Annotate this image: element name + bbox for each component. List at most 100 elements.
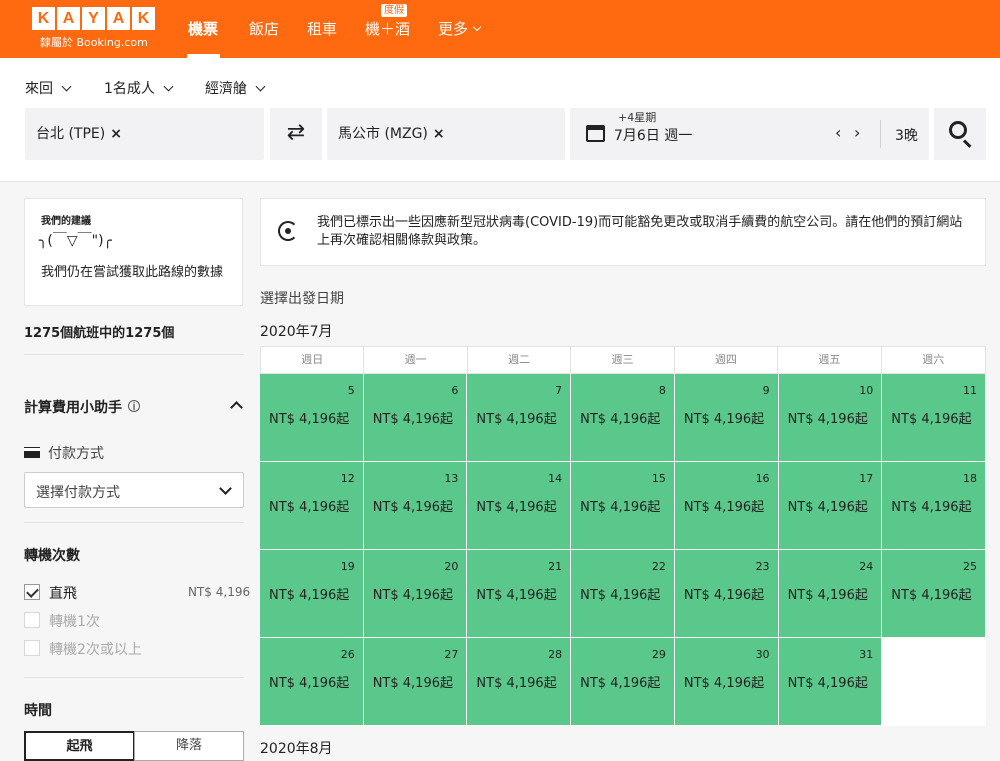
calendar-day-cell[interactable]: 13 NT$ 4,196起 (363, 462, 468, 550)
calendar-day-cell[interactable]: 18 NT$ 4,196起 (882, 462, 986, 550)
nights-value[interactable]: 3晚 (895, 125, 918, 145)
day-number: 29 (651, 648, 666, 661)
payment-method-label: 付款方式 (24, 443, 104, 463)
stops-two-plus-checkbox[interactable] (24, 640, 40, 656)
destination-field[interactable]: 馬公市 (MZG) × (327, 108, 565, 160)
kayak-logo[interactable]: K A Y A K (32, 7, 155, 30)
trip-type-select[interactable]: 來回 (25, 78, 72, 98)
day-price: NT$ 4,196起 (580, 588, 661, 603)
time-title: 時間 (24, 703, 52, 719)
calendar-day-cell[interactable]: 19 NT$ 4,196起 (260, 550, 364, 638)
passengers-label: 1名成人 (104, 81, 155, 97)
calendar-day-cell[interactable]: 6 NT$ 4,196起 (363, 374, 468, 462)
passengers-select[interactable]: 1名成人 (104, 78, 174, 98)
weekday-header: 週日 週一 週二 週三 週四 週五 週六 (260, 346, 986, 374)
day-price: NT$ 4,196起 (269, 500, 350, 515)
stops-nonstop-label[interactable]: 直飛 (49, 583, 77, 603)
day-price: NT$ 4,196起 (372, 676, 453, 691)
day-number: 25 (963, 560, 977, 573)
info-icon[interactable]: i (128, 400, 140, 412)
price-calendar: 5 NT$ 4,196起 6 NT$ 4,196起 7 NT$ 4,196起 8 NT$ 4,… (260, 374, 986, 726)
fee-helper-title[interactable]: 計算費用小助手 i (24, 397, 140, 417)
calendar-day-cell[interactable]: 26 NT$ 4,196起 (260, 638, 364, 726)
day-price: NT$ 4,196起 (269, 412, 350, 427)
payment-method-select[interactable]: 選擇付款方式 (24, 472, 244, 508)
calendar-day-cell[interactable]: 29 NT$ 4,196起 (571, 638, 675, 726)
day-number: 10 (859, 384, 874, 397)
tab-takeoff[interactable]: 起飛 (24, 731, 135, 761)
day-price: NT$ 4,196起 (580, 412, 661, 427)
origin-field[interactable]: 台北 (TPE) × (25, 108, 264, 160)
day-price: NT$ 4,196起 (683, 412, 765, 427)
stops-nonstop-checkbox[interactable] (24, 584, 40, 600)
nav-more[interactable]: 更多 (438, 18, 482, 39)
calendar-day-cell[interactable]: 8 NT$ 4,196起 (571, 374, 675, 462)
origin-chip[interactable]: 台北 (TPE) × (36, 123, 122, 143)
calendar-day-cell[interactable]: 23 NT$ 4,196起 (674, 550, 779, 638)
destination-chip[interactable]: 馬公市 (MZG) × (338, 123, 445, 143)
credit-card-icon (24, 448, 40, 458)
date-field[interactable]: +4星期 7月6日 週一 ‹ › 3晚 (570, 108, 929, 160)
calendar-day-cell[interactable]: 5 NT$ 4,196起 (260, 374, 364, 462)
logo-subtitle: 隸屬於 Booking.com (40, 36, 148, 49)
trip-type-label: 來回 (25, 81, 53, 97)
calendar-day-cell[interactable]: 9 NT$ 4,196起 (674, 374, 779, 462)
cabin-select[interactable]: 經濟艙 (205, 78, 266, 98)
calendar-day-cell[interactable]: 31 NT$ 4,196起 (778, 638, 883, 726)
nav-hotels[interactable]: 飯店 (249, 18, 279, 39)
search-button[interactable] (934, 108, 986, 160)
day-price: NT$ 4,196起 (787, 676, 868, 691)
advice-card: 我們的建議 ╮(￣▽￣")╭ 我們仍在嘗試獲取此路線的數據 (24, 198, 243, 306)
payment-method-text: 付款方式 (48, 446, 104, 462)
calendar-day-cell[interactable]: 11 NT$ 4,196起 (882, 374, 986, 462)
nav-flights[interactable]: 機票 (188, 18, 218, 39)
next-date-icon[interactable]: › (854, 123, 860, 142)
flight-count: 1275個航班中的1275個 (24, 326, 175, 341)
calendar-day-cell[interactable]: 30 NT$ 4,196起 (674, 638, 779, 726)
calendar-day-cell[interactable]: 12 NT$ 4,196起 (260, 462, 364, 550)
tab-landing[interactable]: 降落 (134, 731, 244, 761)
nav-packages[interactable]: 機＋酒 (365, 18, 410, 39)
day-number: 18 (963, 472, 977, 485)
calendar-icon (586, 125, 605, 142)
remove-destination-icon[interactable]: × (433, 126, 445, 142)
logo-letter: K (32, 7, 55, 30)
calendar-day-cell[interactable]: 10 NT$ 4,196起 (778, 374, 883, 462)
calendar-day-cell[interactable]: 28 NT$ 4,196起 (467, 638, 572, 726)
day-price: NT$ 4,196起 (372, 588, 453, 603)
weekday-label: 週日 (261, 347, 365, 373)
calendar-day-cell[interactable]: 24 NT$ 4,196起 (778, 550, 883, 638)
calendar-day-cell[interactable]: 20 NT$ 4,196起 (363, 550, 468, 638)
weekday-label: 週六 (922, 353, 945, 366)
day-number: 12 (340, 472, 355, 485)
calendar-day-cell[interactable]: 15 NT$ 4,196起 (571, 462, 675, 550)
calendar-day-cell[interactable]: 25 NT$ 4,196起 (882, 550, 986, 638)
chevron-up-icon[interactable] (230, 401, 243, 414)
calendar-day-cell[interactable]: 21 NT$ 4,196起 (467, 550, 572, 638)
day-price: NT$ 4,196起 (269, 676, 350, 691)
empty-day-cell (882, 638, 986, 726)
swap-airports-button[interactable]: ⇄ (270, 108, 322, 160)
day-price: NT$ 4,196起 (683, 500, 765, 515)
stops-one-checkbox[interactable] (24, 612, 40, 628)
calendar-day-cell[interactable]: 16 NT$ 4,196起 (674, 462, 779, 550)
date-offset-hint: +4星期 (618, 111, 657, 124)
nav-cars[interactable]: 租車 (307, 18, 337, 39)
flexible-policy-icon (278, 221, 298, 241)
day-price: NT$ 4,196起 (372, 412, 453, 427)
destination-value: 馬公市 (MZG) (338, 126, 428, 142)
day-number: 19 (340, 560, 355, 573)
chevron-down-icon (219, 482, 232, 495)
remove-origin-icon[interactable]: × (110, 126, 122, 142)
payment-method-placeholder: 選擇付款方式 (36, 485, 120, 501)
calendar-day-cell[interactable]: 7 NT$ 4,196起 (467, 374, 572, 462)
weekday-label: 週四 (675, 347, 779, 373)
divider (24, 677, 244, 678)
calendar-day-cell[interactable]: 14 NT$ 4,196起 (467, 462, 572, 550)
calendar-day-cell[interactable]: 22 NT$ 4,196起 (571, 550, 675, 638)
prev-date-icon[interactable]: ‹ (835, 123, 841, 142)
calendar-day-cell[interactable]: 27 NT$ 4,196起 (363, 638, 468, 726)
day-price: NT$ 4,196起 (787, 412, 868, 427)
calendar-day-cell[interactable]: 17 NT$ 4,196起 (778, 462, 883, 550)
advice-emoticon: ╮(￣▽￣")╭ (39, 233, 112, 249)
